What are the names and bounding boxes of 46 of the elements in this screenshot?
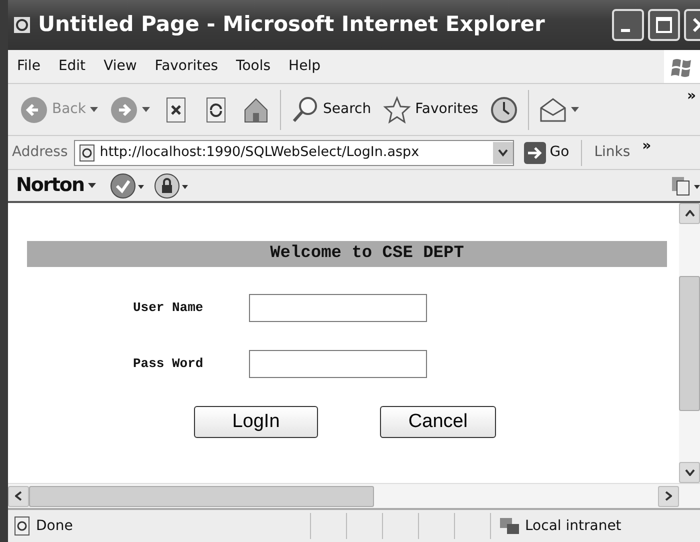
text-field[interactable] [249,294,427,322]
maximize-button[interactable] [648,9,680,41]
zone-text: Local intranet [525,516,622,536]
login-button[interactable]: LogIn [194,406,318,438]
app-icon [12,15,32,35]
maximize-icon [656,17,672,33]
more-button[interactable]: » [640,136,654,157]
minimize-button[interactable] [612,9,644,41]
cancel-button[interactable]: Cancel [380,406,496,438]
window-title: Untitled Page - Microsoft Internet Explorer [38,11,545,38]
page-icon [78,144,96,162]
envelope-icon [539,96,568,124]
menu-item[interactable]: View [94,56,146,77]
menu-item[interactable]: File [8,56,50,77]
network-icon [499,516,521,536]
documents-icon[interactable] [670,174,700,196]
text-field[interactable] [249,350,427,378]
menu-item[interactable]: Help [280,56,330,77]
search-icon [291,96,319,124]
menu-item[interactable]: Favorites [146,56,228,77]
favorites-button[interactable]: Favorites [379,94,482,126]
menu-item[interactable]: Tools [227,56,280,77]
more-button[interactable]: » [682,84,700,109]
clock-icon [490,96,518,124]
caret-icon [88,183,96,188]
lock-icon[interactable] [154,172,188,200]
norton-button[interactable]: Norton [12,169,100,202]
field-label: User Name [133,299,204,318]
star-icon [383,96,412,124]
house-icon [242,96,270,124]
address-label: Address [12,143,68,162]
close-button[interactable] [684,9,700,41]
menu-item[interactable]: Edit [49,56,95,77]
close-icon [692,17,700,33]
check-icon[interactable] [110,172,144,200]
page-heading: Welcome to CSE DEPT [27,241,667,267]
status-text: Done [36,516,74,536]
minimize-icon [620,28,630,32]
search-button[interactable]: Search [287,94,376,126]
address-field[interactable]: http://localhost:1990/SQLWebSelect/LogIn.aspx [74,140,514,166]
page-icon [12,516,32,536]
field-label: Pass Word [133,355,204,374]
vertical-scrollbar[interactable] [679,203,700,483]
horizontal-scrollbar[interactable] [8,483,700,508]
go-button[interactable]: Go [520,140,574,166]
links-button[interactable]: Links [590,140,634,165]
